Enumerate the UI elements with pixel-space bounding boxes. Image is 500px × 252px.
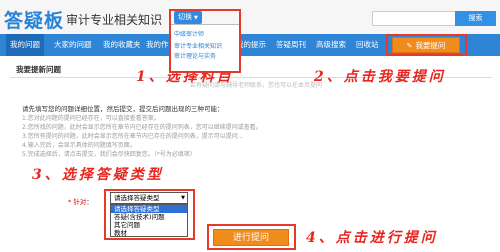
nav-my-questions[interactable]: 我的问题 [6, 34, 44, 56]
switch-label: 切换 [178, 13, 192, 21]
question-type-option[interactable]: 教材 [111, 229, 187, 237]
question-type-option[interactable]: 答疑(含技术)问题 [111, 213, 187, 221]
dropdown-item[interactable]: 审计专业相关知识 [174, 41, 222, 50]
dropdown-item[interactable]: 审计理论与实务 [174, 51, 216, 60]
nav-recycle-bin[interactable]: 回收站 [356, 34, 379, 56]
switch-subject-button[interactable]: 切换 ▼ [174, 11, 202, 24]
question-type-options: 请选择答疑类型 答疑(含技术)问题 其它问题 教材 [110, 204, 188, 237]
nav-weekly[interactable]: 答疑周刊 [276, 34, 306, 56]
current-subject: 审计专业相关知识 [66, 13, 163, 27]
tip-line: 1.您对此问题的提问已经存在，可以直接查看答案。 [22, 115, 160, 122]
search-button[interactable]: 搜索 [455, 11, 496, 26]
page-title: 我要提新问题 [16, 65, 61, 74]
instructions: 请先填写您的问题详细位置，然后提交，提交后问题出现的三种可能： [22, 105, 224, 113]
question-type-label: * 针对： [68, 196, 93, 206]
nav-all-questions[interactable]: 大家的问题 [54, 34, 92, 56]
tip-line: 2.您所找的问题，此时会显示您所在章节内已经存在的提问列表，您可以继续提问或查看… [22, 124, 262, 131]
nav-advanced-search[interactable]: 高级搜索 [316, 34, 346, 56]
nav-my-favorites[interactable]: 我的收藏夹 [103, 34, 141, 56]
search-input[interactable] [372, 11, 456, 26]
question-type-label-text: * 针对 [68, 198, 87, 206]
pencil-icon: ✎ [406, 42, 413, 50]
header: 答疑板 审计专业相关知识 切换 ▼ 搜索 [0, 0, 500, 34]
nav-my-tips[interactable]: 我的提示 [236, 34, 266, 56]
question-type-value: 请选择答疑类型 [114, 194, 160, 202]
annotation-step4: 4、点击进行提问 [306, 230, 438, 246]
question-type-option[interactable]: 其它问题 [111, 221, 187, 229]
question-type-select[interactable]: 请选择答疑类型 ▼ [110, 192, 188, 204]
tip-line: 5.完成选择后，请点击提交，我们会尽快回复您。（*号为必填项） [22, 151, 196, 158]
submit-question-button[interactable]: 进行提问 [213, 229, 289, 246]
ask-question-label: 我要提问 [415, 41, 446, 50]
ask-question-button[interactable]: ✎ 我要提问 [392, 37, 460, 53]
dropdown-item[interactable]: 中级审计师 [174, 29, 204, 38]
caret-down-icon: ▼ [181, 195, 185, 201]
subject-dropdown: 中级审计师 审计专业相关知识 审计理论与实务 [170, 24, 240, 72]
question-type-label-colon: ： [86, 198, 93, 206]
logo: 答疑板 [4, 10, 65, 32]
tip-line: 4.输入完后，会显示具体的问题填写页面。 [22, 142, 136, 149]
caret-down-icon: ▼ [194, 15, 198, 21]
tip-line: 3.您所有提问的问题，此时会显示您所在章节内已存在的提问列表，提示可以提问... [22, 133, 244, 140]
annotation-step2: 2、点击我要提问 [314, 69, 446, 85]
question-type-option[interactable]: 请选择答疑类型 [111, 205, 187, 213]
annotation-step3: 3、选择答疑类型 [32, 167, 164, 183]
